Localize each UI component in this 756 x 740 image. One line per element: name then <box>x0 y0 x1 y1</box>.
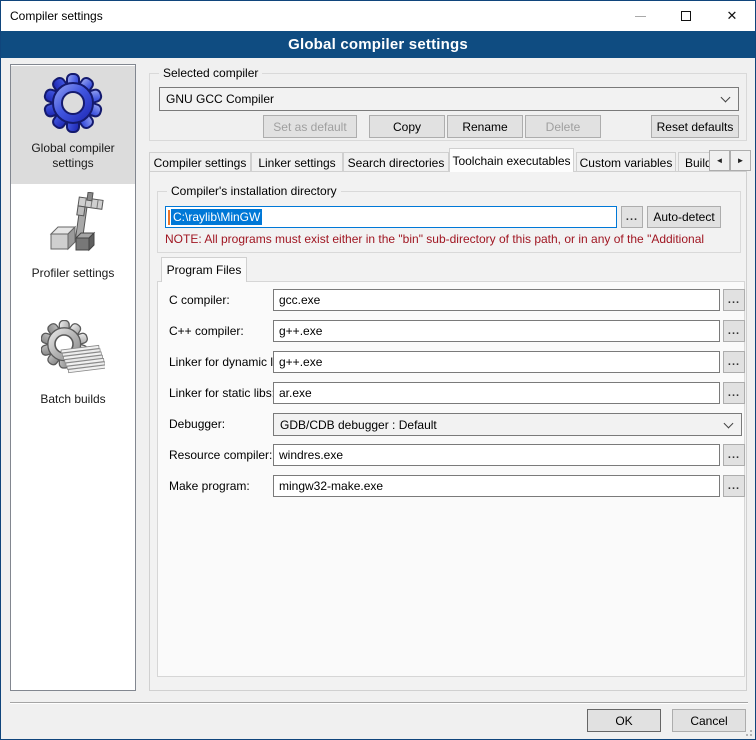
close-icon: ✕ <box>727 10 738 23</box>
ellipsis-icon: ... <box>728 449 740 461</box>
titlebar[interactable]: Compiler settings ✕ <box>1 1 755 31</box>
ellipsis-icon: ... <box>728 325 740 337</box>
c-compiler-label: C compiler: <box>169 293 230 307</box>
tab-build-options[interactable]: Build options <box>678 152 709 172</box>
tab-toolchain-executables[interactable]: Toolchain executables <box>449 148 574 172</box>
chevron-down-icon <box>721 93 731 103</box>
copy-button[interactable]: Copy <box>369 115 445 138</box>
maximize-icon <box>681 11 691 21</box>
cancel-button[interactable]: Cancel <box>672 709 746 732</box>
gray-gear-stack-icon <box>41 320 105 386</box>
tab-scroll-right-button[interactable]: ► <box>730 150 751 171</box>
delete-button[interactable]: Delete <box>525 115 601 138</box>
tab-linker-settings[interactable]: Linker settings <box>251 152 343 172</box>
resource-compiler-label: Resource compiler: <box>169 448 272 462</box>
selected-compiler-group-label: Selected compiler <box>159 66 262 80</box>
dialog-banner: Global compiler settings <box>1 31 755 58</box>
rename-button[interactable]: Rename <box>447 115 523 138</box>
minimize-button[interactable] <box>617 1 663 31</box>
cpp-compiler-input[interactable] <box>273 320 720 342</box>
close-button[interactable]: ✕ <box>709 1 755 31</box>
static-linker-input[interactable] <box>273 382 720 404</box>
ellipsis-icon: ... <box>626 211 638 223</box>
maximize-button[interactable] <box>663 1 709 31</box>
debugger-select-value: GDB/CDB debugger : Default <box>280 418 437 432</box>
install-dir-browse-button[interactable]: ... <box>621 206 643 228</box>
make-program-input[interactable] <box>273 475 720 497</box>
sidebar-item-profiler-settings[interactable]: Profiler settings <box>11 191 135 295</box>
set-as-default-button[interactable]: Set as default <box>263 115 357 138</box>
arrow-left-icon: ◄ <box>716 156 724 165</box>
caliper-icon <box>41 192 105 260</box>
dynamic-linker-input[interactable] <box>273 351 720 373</box>
text-caret <box>168 210 170 225</box>
install-dir-value: C:\raylib\MinGW <box>171 209 262 225</box>
tab-compiler-settings[interactable]: Compiler settings <box>149 152 251 172</box>
c-compiler-input[interactable] <box>273 289 720 311</box>
blue-gear-icon <box>41 71 105 135</box>
install-dir-input[interactable]: C:\raylib\MinGW <box>165 206 617 228</box>
compiler-select-value: GNU GCC Compiler <box>166 92 274 106</box>
footer-separator <box>10 702 748 704</box>
static-linker-browse-button[interactable]: ... <box>723 382 745 404</box>
ellipsis-icon: ... <box>728 356 740 368</box>
arrow-right-icon: ► <box>737 156 745 165</box>
ellipsis-icon: ... <box>728 387 740 399</box>
minimize-icon <box>635 16 646 17</box>
resource-compiler-browse-button[interactable]: ... <box>723 444 745 466</box>
sidebar-item-global-compiler-settings[interactable]: Global compiler settings <box>11 66 135 184</box>
caption-buttons: ✕ <box>617 1 755 31</box>
make-program-label: Make program: <box>169 479 250 493</box>
cpp-compiler-label: C++ compiler: <box>169 324 244 338</box>
compiler-select[interactable]: GNU GCC Compiler <box>159 87 739 111</box>
dynamic-linker-browse-button[interactable]: ... <box>723 351 745 373</box>
resize-grip[interactable] <box>743 727 752 736</box>
sidebar-item-label: Profiler settings <box>18 266 128 281</box>
install-dir-note: NOTE: All programs must exist either in … <box>165 232 719 247</box>
c-compiler-browse-button[interactable]: ... <box>723 289 745 311</box>
resource-compiler-input[interactable] <box>273 444 720 466</box>
tab-search-directories[interactable]: Search directories <box>343 152 449 172</box>
sidebar-item-label: Batch builds <box>18 392 128 407</box>
settings-category-list: Global compiler settings <box>10 64 136 691</box>
compiler-settings-dialog: Compiler settings ✕ Global compiler sett… <box>0 0 756 740</box>
tab-custom-variables[interactable]: Custom variables <box>576 152 676 172</box>
window-title: Compiler settings <box>10 9 103 23</box>
reset-defaults-button[interactable]: Reset defaults <box>651 115 739 138</box>
cpp-compiler-browse-button[interactable]: ... <box>723 320 745 342</box>
ellipsis-icon: ... <box>728 480 740 492</box>
sidebar-item-label: Global compiler settings <box>18 141 128 171</box>
debugger-select[interactable]: GDB/CDB debugger : Default <box>273 413 742 436</box>
sidebar-item-batch-builds[interactable]: Batch builds <box>11 317 135 421</box>
debugger-label: Debugger: <box>169 417 225 431</box>
ellipsis-icon: ... <box>728 294 740 306</box>
tab-scroll-left-button[interactable]: ◄ <box>709 150 730 171</box>
chevron-down-icon <box>724 419 734 429</box>
banner-title: Global compiler settings <box>288 36 468 53</box>
autodetect-button[interactable]: Auto-detect <box>647 206 721 228</box>
install-dir-group-label: Compiler's installation directory <box>167 184 341 198</box>
static-linker-label: Linker for static libs: <box>169 386 275 400</box>
subtab-program-files[interactable]: Program Files <box>161 257 247 282</box>
ok-button[interactable]: OK <box>587 709 661 732</box>
make-program-browse-button[interactable]: ... <box>723 475 745 497</box>
